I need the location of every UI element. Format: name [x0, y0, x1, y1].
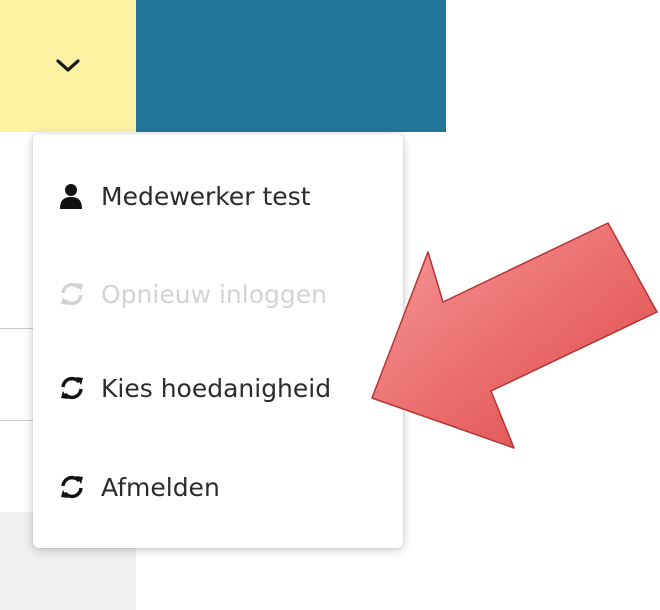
refresh-icon: [59, 472, 93, 502]
background-divider: [0, 420, 34, 421]
account-dropdown-menu: Medewerker test Opnieuw inloggen Kies ho…: [33, 134, 403, 548]
menu-item-label: Afmelden: [101, 472, 220, 502]
menu-item-label: Medewerker test: [101, 181, 311, 211]
menu-item-relogin: Opnieuw inloggen: [59, 269, 327, 319]
user-icon: [59, 181, 93, 211]
refresh-icon: [59, 279, 93, 309]
header-bar: [136, 0, 446, 132]
chevron-down-icon: [56, 59, 80, 72]
menu-item-user[interactable]: Medewerker test: [59, 171, 311, 221]
menu-item-label: Kies hoedanigheid: [101, 373, 332, 403]
menu-item-label: Opnieuw inloggen: [101, 279, 327, 309]
refresh-icon: [59, 373, 93, 403]
background-divider: [0, 328, 34, 329]
account-menu-toggle[interactable]: [0, 0, 136, 132]
menu-item-choose-capacity[interactable]: Kies hoedanigheid: [59, 363, 331, 413]
menu-item-logout[interactable]: Afmelden: [59, 462, 220, 512]
red-arrow-pointer: [371, 222, 658, 449]
